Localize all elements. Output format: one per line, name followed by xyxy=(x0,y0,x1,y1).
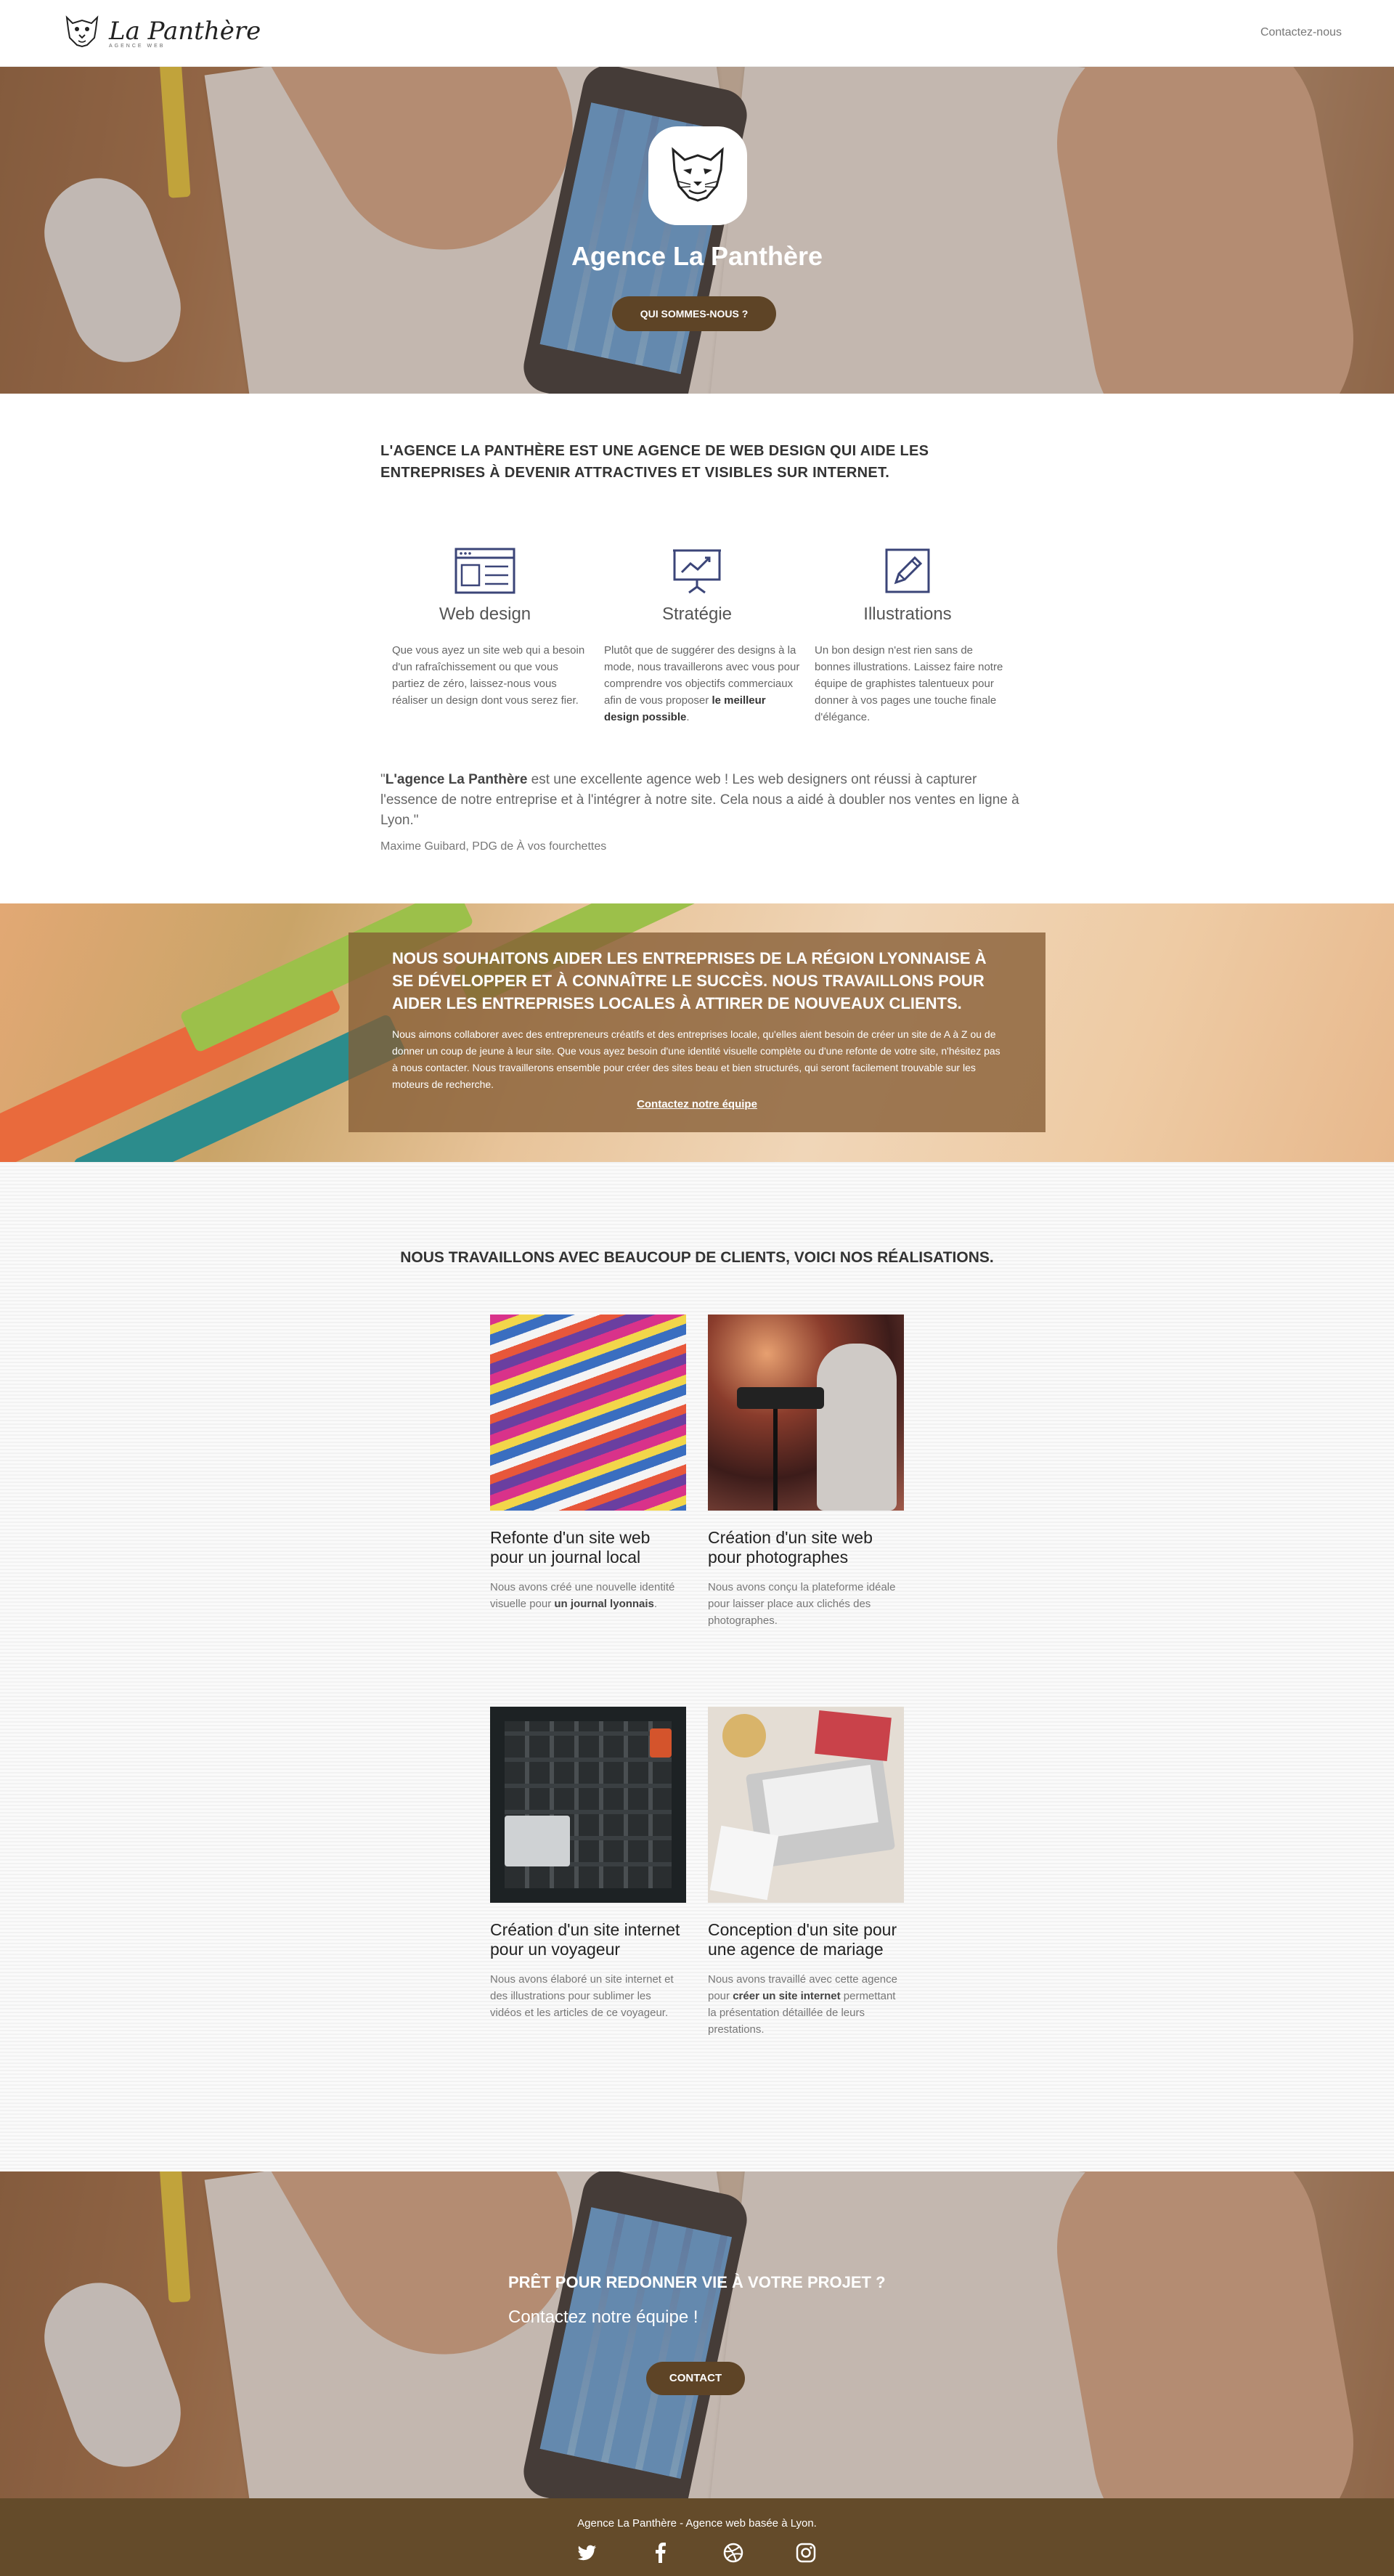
portfolio-card[interactable]: Conception d'un site pour une agence de … xyxy=(708,1707,904,2038)
pencil-drawing-icon xyxy=(885,548,930,593)
camera-gear-photo xyxy=(490,1707,686,1903)
service-web-design: Web design Que vous ayez un site web qui… xyxy=(383,548,587,709)
service-title: Stratégie xyxy=(661,604,733,624)
twitter-icon[interactable] xyxy=(576,2542,598,2564)
portfolio-title: Création d'un site web pour photographes xyxy=(708,1528,873,1567)
mission-heading: NOUS SOUHAITONS AIDER LES ENTREPRISES DE… xyxy=(392,949,987,1012)
intro-heading: L'AGENCE LA PANTHÈRE EST UNE AGENCE DE W… xyxy=(380,440,1034,484)
service-description: Un bon design n'est rien sans de bonnes … xyxy=(815,644,1003,723)
portfolio-card[interactable]: Refonte d'un site web pour un journal lo… xyxy=(490,1315,686,1612)
dribbble-icon[interactable] xyxy=(722,2542,744,2564)
presentation-chart-icon xyxy=(673,549,721,594)
portfolio-section: NOUS TRAVAILLONS AVEC BEAUCOUP DE CLIENT… xyxy=(0,1162,1394,2171)
portfolio-title: Conception d'un site pour une agence de … xyxy=(708,1920,897,1959)
portfolio-title: Création d'un site internet pour un voya… xyxy=(490,1920,680,1959)
service-strategy: Stratégie Plutôt que de suggérer des des… xyxy=(595,548,799,726)
portfolio-title: Refonte d'un site web pour un journal lo… xyxy=(490,1528,651,1567)
cta-heading: PRÊT POUR REDONNER VIE À VOTRE PROJET ? xyxy=(508,2273,886,2291)
portfolio-card[interactable]: Création d'un site internet pour un voya… xyxy=(490,1707,686,2021)
panther-logo-icon xyxy=(65,15,99,48)
mission-section: NOUS SOUHAITONS AIDER LES ENTREPRISES DE… xyxy=(0,903,1394,1162)
magazines-photo xyxy=(490,1315,686,1511)
cta-section: PRÊT POUR REDONNER VIE À VOTRE PROJET ? … xyxy=(0,2171,1394,2498)
testimonial-quote: "L'agence La Panthère est une excellente… xyxy=(380,772,1019,828)
facebook-icon[interactable] xyxy=(650,2542,672,2564)
contact-team-link[interactable]: Contactez notre équipe xyxy=(392,1098,1002,1110)
site-footer: Agence La Panthère - Agence web basée à … xyxy=(0,2498,1394,2576)
hero-title: Agence La Panthère xyxy=(571,241,823,271)
intro-heading-line1: L'AGENCE LA PANTHÈRE EST UNE AGENCE DE W… xyxy=(380,443,929,459)
testimonial-author: Maxime Guibard, PDG de À vos fourchettes xyxy=(380,840,607,853)
service-title: Web design xyxy=(439,604,531,624)
portfolio-description: Nous avons créé une nouvelle identité vi… xyxy=(490,1581,675,1610)
service-illustrations: Illustrations Un bon design n'est rien s… xyxy=(806,548,1009,726)
portfolio-description: Nous avons conçu la plateforme idéale po… xyxy=(708,1581,896,1627)
webpage-layout-icon xyxy=(455,548,515,594)
site-header: La Panthère AGENCE WEB Contactez-nous xyxy=(0,0,1394,67)
site-logo[interactable]: La Panthère AGENCE WEB xyxy=(62,13,261,49)
instagram-icon[interactable] xyxy=(795,2542,817,2564)
mission-box: NOUS SOUHAITONS AIDER LES ENTREPRISES DE… xyxy=(348,933,1046,1132)
service-description: Que vous ayez un site web qui a besoin d… xyxy=(392,644,585,707)
logo-tagline: AGENCE WEB xyxy=(109,44,166,49)
portfolio-heading: NOUS TRAVAILLONS AVEC BEAUCOUP DE CLIENT… xyxy=(400,1249,994,1266)
about-us-button[interactable]: QUI SOMMES-NOUS ? xyxy=(612,296,776,331)
service-title: Illustrations xyxy=(863,604,952,624)
contact-button[interactable]: CONTACT xyxy=(646,2362,745,2395)
portfolio-description: Nous avons travaillé avec cette agence p… xyxy=(708,1973,897,2036)
panther-head-icon xyxy=(672,147,724,202)
portfolio-description: Nous avons élaboré un site internet et d… xyxy=(490,1973,674,2019)
portfolio-card[interactable]: Création d'un site web pour photographes… xyxy=(708,1315,904,1629)
laptop-desk-photo xyxy=(708,1707,904,1903)
logo-text: La Panthère xyxy=(109,17,261,46)
hero: Agence La Panthère QUI SOMMES-NOUS ? xyxy=(0,67,1394,394)
cta-subheading: Contactez notre équipe ! xyxy=(508,2307,698,2327)
service-description: Plutôt que de suggérer des designs à la … xyxy=(604,644,800,723)
hero-logo xyxy=(648,126,747,225)
photographer-photo xyxy=(708,1315,904,1511)
mission-text: Nous aimons collaborer avec des entrepre… xyxy=(392,1028,1000,1090)
nav-contact-link[interactable]: Contactez-nous xyxy=(1260,26,1342,39)
footer-text: Agence La Panthère - Agence web basée à … xyxy=(577,2517,817,2530)
intro-heading-line2: ENTREPRISES À DEVENIR ATTRACTIVES ET VIS… xyxy=(380,465,890,481)
